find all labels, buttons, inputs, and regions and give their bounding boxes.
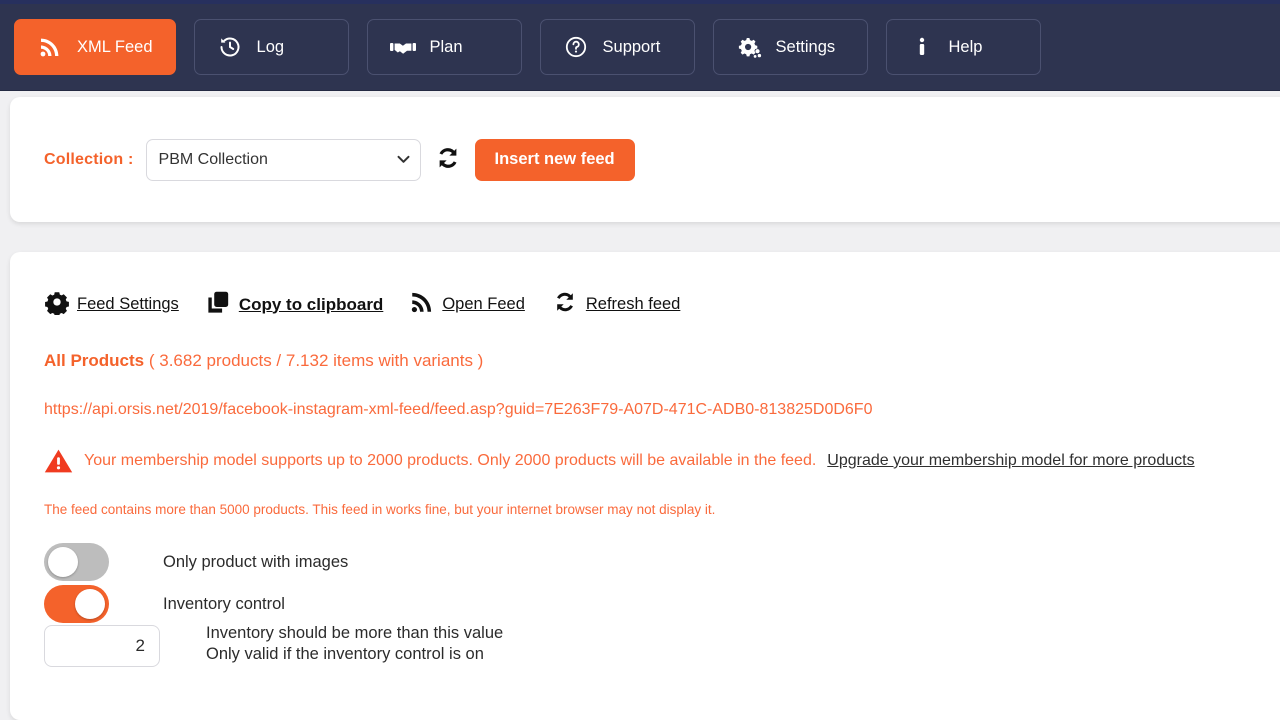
tool-link-label: Refresh feed xyxy=(585,295,681,313)
option-label: Only product with images xyxy=(163,552,349,571)
option-row-inventory-control: Inventory control xyxy=(44,583,1280,625)
membership-warning: Your membership model supports up to 200… xyxy=(44,448,1280,474)
nav-item-help[interactable]: Help xyxy=(885,19,1041,75)
info-icon xyxy=(909,34,935,60)
all-products-title: All Products xyxy=(44,351,145,370)
nav-item-settings[interactable]: Settings xyxy=(712,19,868,75)
inventory-threshold-label: Inventory should be more than this value… xyxy=(206,623,503,664)
collection-label: Collection : xyxy=(44,150,134,168)
membership-warning-text: Your membership model supports up to 200… xyxy=(84,452,817,469)
nav-label: Log xyxy=(256,37,285,56)
inventory-threshold-input[interactable] xyxy=(44,625,160,667)
feed-card: Feed Settings Copy to clipboard Open Fee… xyxy=(10,252,1280,720)
nav-label: Plan xyxy=(429,37,463,56)
inventory-threshold-label-line2: Only valid if the inventory control is o… xyxy=(206,644,484,663)
gears-icon xyxy=(736,34,762,60)
upgrade-membership-link[interactable]: Upgrade your membership model for more p… xyxy=(827,452,1194,470)
nav-label: Help xyxy=(948,37,983,56)
feed-options: Only product with images Inventory contr… xyxy=(44,541,1280,667)
toggle-knob xyxy=(48,547,78,577)
collection-select[interactable]: PBM Collection xyxy=(145,138,421,181)
rss-icon xyxy=(37,34,63,60)
option-row-inventory-threshold: Inventory should be more than this value… xyxy=(44,623,1280,667)
toggle-only-products-with-images[interactable] xyxy=(44,543,109,581)
tool-link-label: Open Feed xyxy=(442,295,525,313)
collection-select-wrapper: PBM Collection xyxy=(145,138,421,181)
toggle-knob xyxy=(75,589,105,619)
refresh-collections-button[interactable] xyxy=(433,143,463,176)
inventory-threshold-label-line1: Inventory should be more than this value xyxy=(206,624,504,642)
main-navbar: XML Feed Log Plan Support Settings Help xyxy=(0,4,1280,91)
toggle-inventory-control[interactable] xyxy=(44,585,109,623)
nav-label: Settings xyxy=(775,37,836,56)
nav-item-plan[interactable]: Plan xyxy=(366,19,522,75)
nav-item-xml-feed[interactable]: XML Feed xyxy=(14,19,176,75)
copy-to-clipboard-link[interactable]: Copy to clipboard xyxy=(205,289,384,321)
tool-link-label: Copy to clipboard xyxy=(238,294,384,314)
refresh-sync-icon xyxy=(551,288,579,321)
gear-icon xyxy=(44,289,70,320)
clipboard-copy-icon xyxy=(205,289,232,321)
warning-triangle-icon xyxy=(44,448,73,474)
feed-toolbar: Feed Settings Copy to clipboard Open Fee… xyxy=(44,288,1280,321)
all-products-summary: All Products ( 3.682 products / 7.132 it… xyxy=(44,351,1280,371)
insert-new-feed-button[interactable]: Insert new feed xyxy=(474,138,635,181)
refresh-feed-link[interactable]: Refresh feed xyxy=(551,288,680,321)
feed-settings-link[interactable]: Feed Settings xyxy=(44,289,179,320)
collection-row: Collection : PBM Collection Insert new f… xyxy=(10,138,635,181)
history-clock-icon xyxy=(217,34,243,60)
rss-icon xyxy=(409,289,435,320)
refresh-sync-icon xyxy=(433,143,463,176)
question-circle-icon xyxy=(563,34,589,60)
option-label: Inventory control xyxy=(163,594,285,613)
handshake-icon xyxy=(389,34,416,60)
option-row-only-products-with-images: Only product with images xyxy=(44,541,1280,583)
all-products-counts: ( 3.682 products / 7.132 items with vari… xyxy=(148,351,484,370)
feed-size-note: The feed contains more than 5000 product… xyxy=(44,502,716,517)
open-feed-link[interactable]: Open Feed xyxy=(409,289,525,320)
nav-item-support[interactable]: Support xyxy=(539,19,695,75)
collection-card: Collection : PBM Collection Insert new f… xyxy=(10,97,1280,222)
nav-label: XML Feed xyxy=(77,37,153,56)
nav-label: Support xyxy=(602,37,661,56)
nav-item-log[interactable]: Log xyxy=(193,19,349,75)
tool-link-label: Feed Settings xyxy=(77,295,179,313)
feed-url-link[interactable]: https://api.orsis.net/2019/facebook-inst… xyxy=(44,401,1280,419)
